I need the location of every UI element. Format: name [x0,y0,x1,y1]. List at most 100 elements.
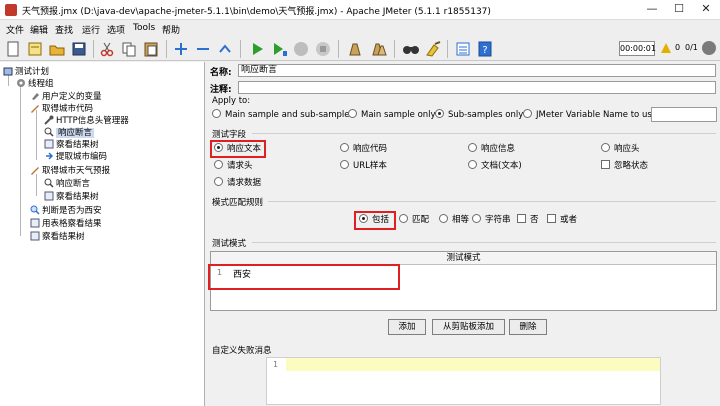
apply-main-only[interactable]: Main sample only [348,109,436,122]
comment-label: 注释: [210,85,232,95]
field-url-sampled[interactable]: URL样本 [340,160,387,173]
variable-name-input[interactable] [651,107,717,122]
elapsed-timer: 00:00:01 [619,41,656,56]
menu-options[interactable]: 选项 [107,23,125,36]
thread-status-icon [702,41,716,55]
tree-node-view-results-tree-2[interactable]: 察看结果树 [44,191,99,203]
wrench-icon [44,115,54,125]
comment-input[interactable] [238,81,716,94]
jmeter-app-icon [5,4,17,16]
custom-failure-editor[interactable]: 1 [266,357,661,405]
reset-search-icon[interactable] [424,40,442,58]
gear-icon [16,78,26,88]
ignore-status-checkbox[interactable]: 忽略状态 [601,160,648,173]
tree-node-user-variables[interactable]: 用户定义的变量 [30,91,102,103]
start-icon[interactable] [248,40,266,58]
apply-main-and-sub[interactable]: Main sample and sub-samples [212,109,354,122]
rule-substring[interactable]: 字符串 [472,214,511,227]
highlight-response-text [210,140,266,158]
test-patterns-title: 测试模式 [212,239,247,249]
tree-node-view-results-tree-3[interactable]: 察看结果树 [30,231,85,243]
toolbar: ? 00:00:01 0 0/1 [0,37,720,61]
shutdown-icon[interactable] [314,40,332,58]
failure-line-number: 1 [273,360,279,369]
menu-help[interactable]: 帮助 [162,23,180,36]
tree-node-thread-group[interactable]: 线程组 [16,78,54,90]
rule-equals[interactable]: 相等 [439,214,469,227]
listener-icon [30,231,40,241]
maximize-button[interactable]: ☐ [670,2,688,16]
listener-icon [44,139,54,149]
config-icon [30,91,40,101]
warning-icon[interactable] [661,43,671,53]
field-response-headers[interactable]: 响应头 [601,143,640,156]
tree-node-test-plan[interactable]: 测试计划 [3,66,49,78]
pen-icon [30,165,40,175]
test-plan-tree: 测试计划 线程组 用户定义的变量 取得城市代码 HTTP信息头管理器 响应断言 … [0,62,205,406]
tree-node-response-assertion[interactable]: 响应断言 [44,127,95,139]
new-file-icon[interactable] [4,40,22,58]
magnifier-icon [30,205,40,215]
highlight-pattern-row [208,264,400,290]
apply-to-title: Apply to: [212,96,251,106]
failure-message-line[interactable] [286,358,660,371]
field-request-data[interactable]: 请求数据 [214,177,261,190]
templates-icon[interactable] [26,40,44,58]
title-bar: 天气预报.jmx (D:\java-dev\apache-jmeter-5.1.… [0,0,720,20]
tree-node-extract-city-code[interactable]: 提取城市编码 [44,151,107,163]
name-input[interactable]: 响应断言 [238,64,716,77]
expand-icon[interactable] [172,40,190,58]
add-from-clipboard-button[interactable]: 从剪贴板添加 [432,319,505,335]
rule-contains[interactable]: 包括 [359,214,389,227]
collapse-icon[interactable] [194,40,212,58]
menu-run[interactable]: 运行 [82,23,100,36]
save-icon[interactable] [70,40,88,58]
field-response-code[interactable]: 响应代码 [340,143,387,156]
stop-icon[interactable] [292,40,310,58]
toggle-icon[interactable] [216,40,234,58]
delete-button[interactable]: 删除 [509,319,547,335]
open-icon[interactable] [48,40,66,58]
tree-node-view-results-table[interactable]: 用表格察看结果 [30,218,102,230]
function-helper-icon[interactable] [454,40,472,58]
error-count: 0 [675,43,681,52]
minimize-button[interactable]: — [643,2,661,16]
field-response-message[interactable]: 响应信息 [468,143,515,156]
help-icon[interactable]: ? [476,40,494,58]
tree-node-is-xian[interactable]: 判断是否为西安 [30,205,102,217]
field-document-text[interactable]: 文档(文本) [468,160,522,173]
custom-failure-title: 自定义失败消息 [212,346,272,356]
clear-icon[interactable] [346,40,364,58]
tree-node-view-results-tree[interactable]: 察看结果树 [44,139,99,151]
tree-node-get-city-code[interactable]: 取得城市代码 [30,103,93,115]
svg-text:?: ? [482,45,487,56]
rule-matches[interactable]: 匹配 [399,214,429,227]
menu-edit[interactable]: 编辑 [30,23,48,36]
start-no-pause-icon[interactable] [270,40,288,58]
menu-file[interactable]: 文件 [6,23,24,36]
test-field-title: 测试字段 [212,130,247,140]
name-label: 名称: [210,68,232,78]
tree-node-http-header-manager[interactable]: HTTP信息头管理器 [44,115,129,127]
cut-icon[interactable] [98,40,116,58]
active-threads: 0/1 [685,43,698,52]
tree-node-get-weather[interactable]: 取得城市天气预报 [30,165,110,177]
field-request-headers[interactable]: 请求头 [214,160,253,173]
apply-variable-name[interactable]: JMeter Variable Name to use [523,109,657,122]
rule-or-checkbox[interactable]: 或者 [547,214,577,227]
copy-icon[interactable] [120,40,138,58]
menu-search[interactable]: 查找 [55,23,73,36]
assertion-panel: 名称: 响应断言 注释: Apply to: Main sample and s… [206,62,720,406]
rule-not-checkbox[interactable]: 否 [517,214,539,227]
search-icon[interactable] [402,40,420,58]
clear-all-icon[interactable] [370,40,388,58]
add-button[interactable]: 添加 [388,319,426,335]
menu-tools[interactable]: Tools [133,23,155,33]
window-title: 天气预报.jmx (D:\java-dev\apache-jmeter-5.1.… [22,7,491,17]
close-button[interactable]: ✕ [697,2,715,16]
assertion-icon [44,178,54,188]
pen-icon [30,103,40,113]
tree-node-response-assertion-2[interactable]: 响应断言 [44,178,90,190]
apply-sub-only[interactable]: Sub-samples only [435,109,523,122]
paste-icon[interactable] [142,40,160,58]
